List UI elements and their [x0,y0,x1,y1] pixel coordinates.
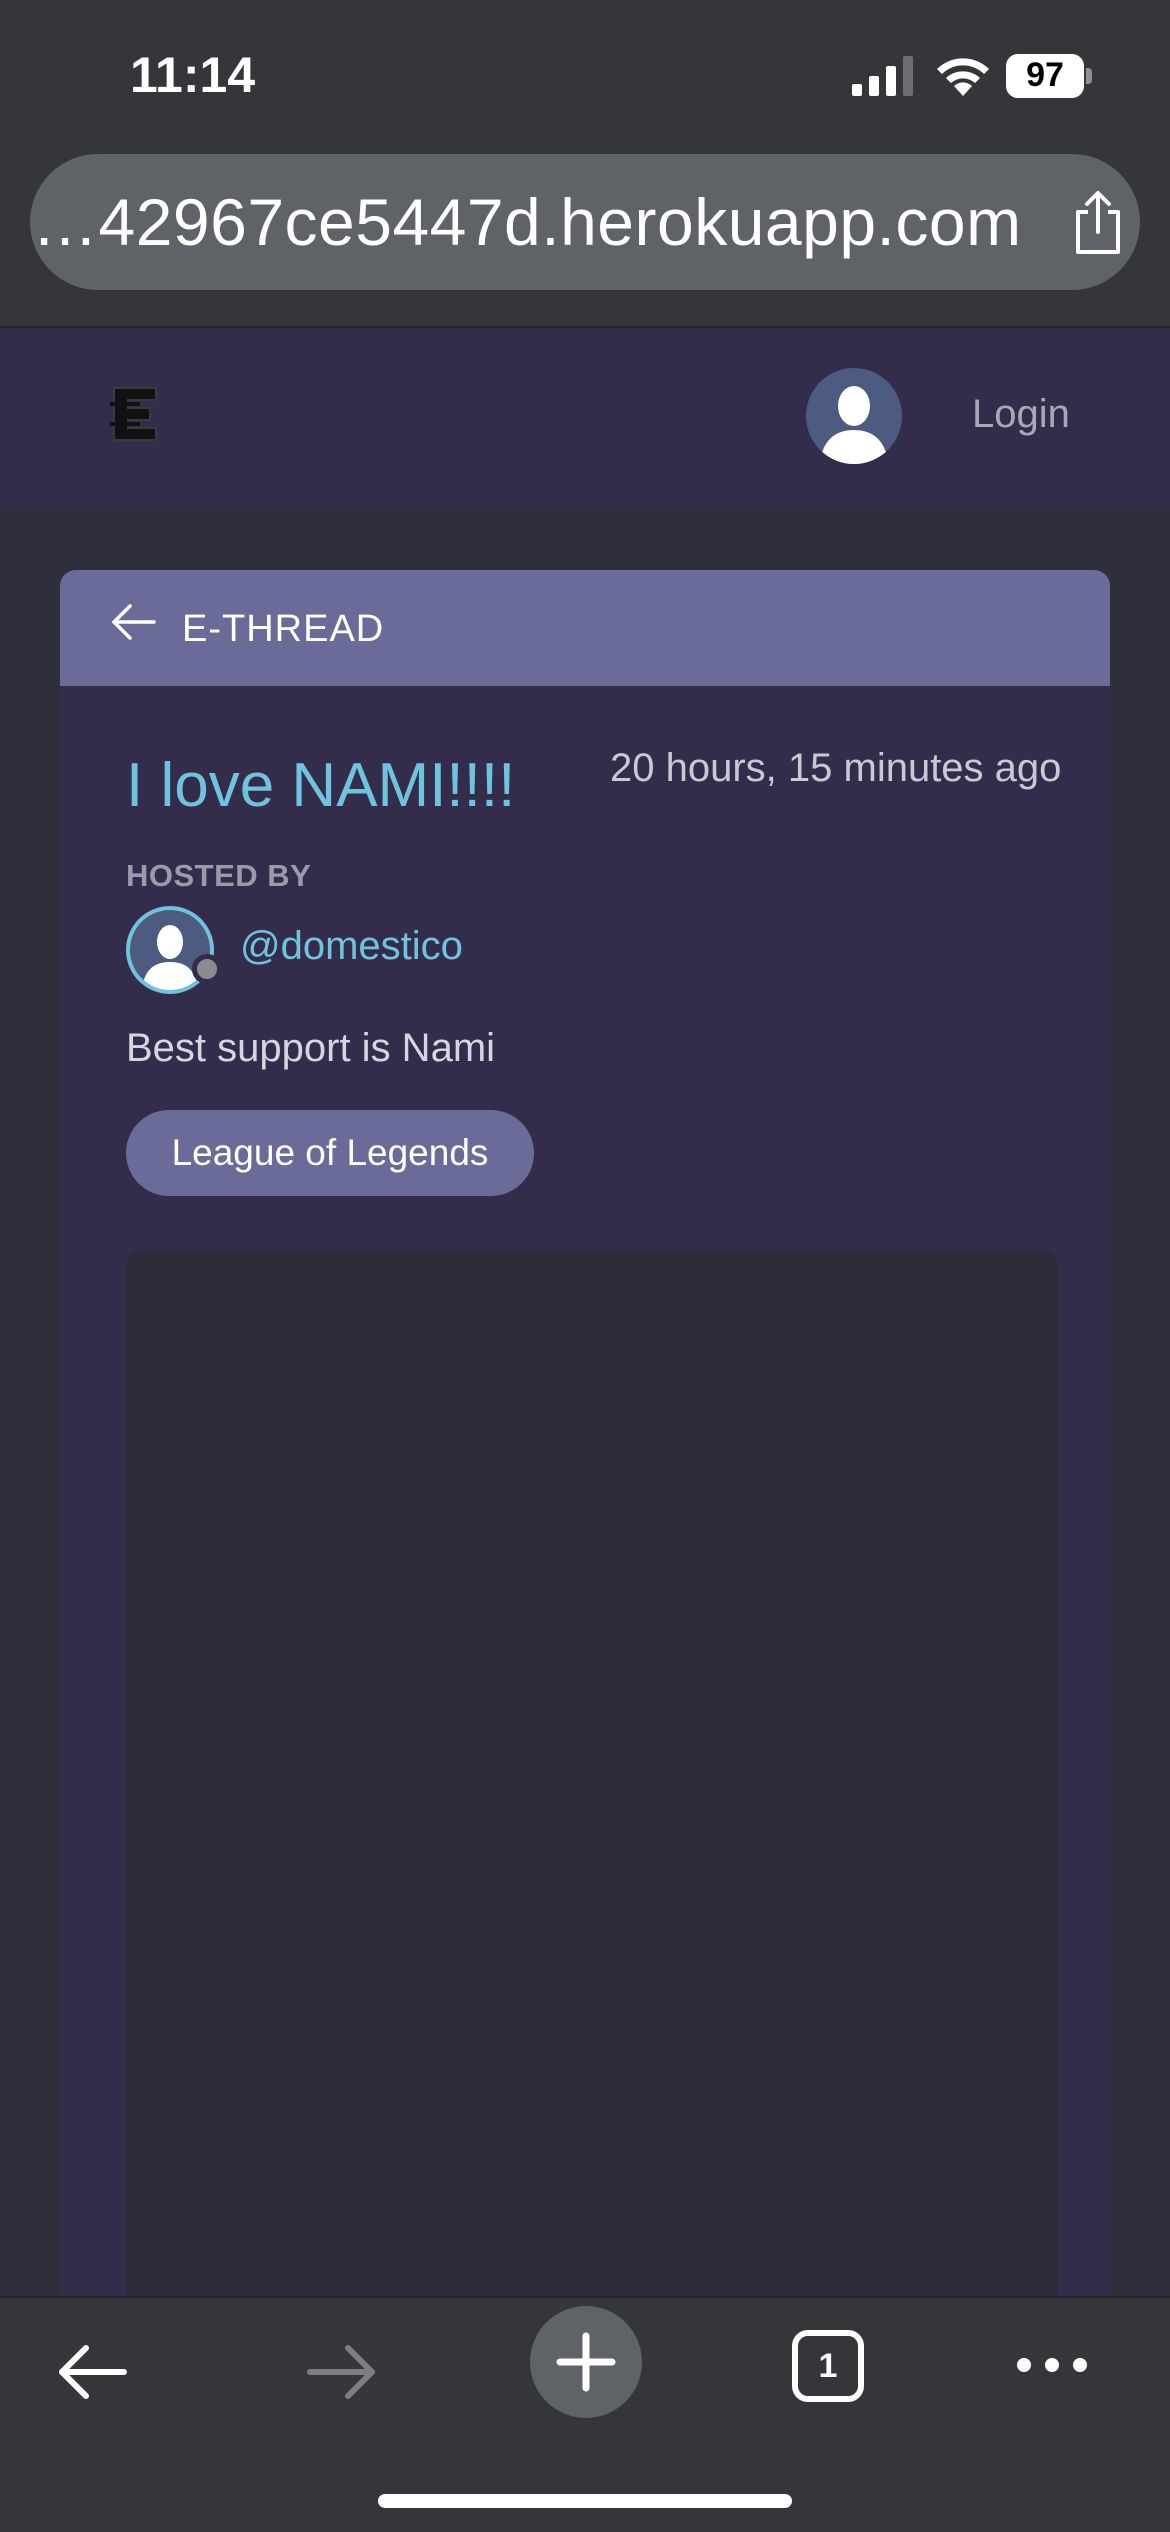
back-arrow-icon[interactable] [110,600,158,644]
hosted-by-label: HOSTED BY [126,858,312,893]
thread-timestamp: 20 hours, 15 minutes ago [610,746,1062,790]
thread-card: E-THREAD I love NAMI!!!! 20 hours, 15 mi… [60,570,1110,2532]
topic-tag[interactable]: League of Legends [126,1110,534,1196]
app-navbar: Login [0,330,1170,506]
address-url[interactable]: …42967ce5447d.herokuapp.com [32,184,1022,260]
screen: 11:14 97 …42967ce5447d.herokuapp.com Log… [0,0,1170,2532]
host-status-dot [192,954,222,984]
browser-address-area: …42967ce5447d.herokuapp.com [0,140,1170,328]
e-logo-icon[interactable] [110,386,160,442]
card-header-title: E-THREAD [182,608,385,650]
address-bar[interactable]: …42967ce5447d.herokuapp.com [30,154,1140,290]
status-bar: 11:14 97 [0,0,1170,140]
browser-toolbar: 1 [0,2296,1170,2532]
host-username-link[interactable]: @domestico [240,924,463,969]
battery-cap [1086,68,1092,84]
cellular-signal-icon [852,56,913,96]
tab-count-button[interactable]: 1 [792,2330,864,2402]
battery-level: 97 [1026,56,1064,94]
person-silhouette-icon [820,386,888,464]
user-avatar-icon[interactable] [806,368,902,464]
more-options-icon[interactable] [1016,2350,1088,2380]
browser-forward-icon[interactable] [302,2334,378,2410]
thread-description: Best support is Nami [126,1026,496,1070]
login-link[interactable]: Login [972,392,1070,437]
browser-back-icon[interactable] [56,2334,132,2410]
new-tab-button[interactable] [530,2306,642,2418]
battery-icon: 97 [1006,54,1092,98]
card-header: E-THREAD [60,570,1110,686]
wifi-icon [937,58,989,96]
status-time: 11:14 [130,47,256,103]
home-indicator[interactable] [378,2494,792,2508]
thread-title: I love NAMI!!!! [126,751,516,820]
share-icon[interactable] [1070,190,1126,256]
plus-icon [556,2332,616,2392]
